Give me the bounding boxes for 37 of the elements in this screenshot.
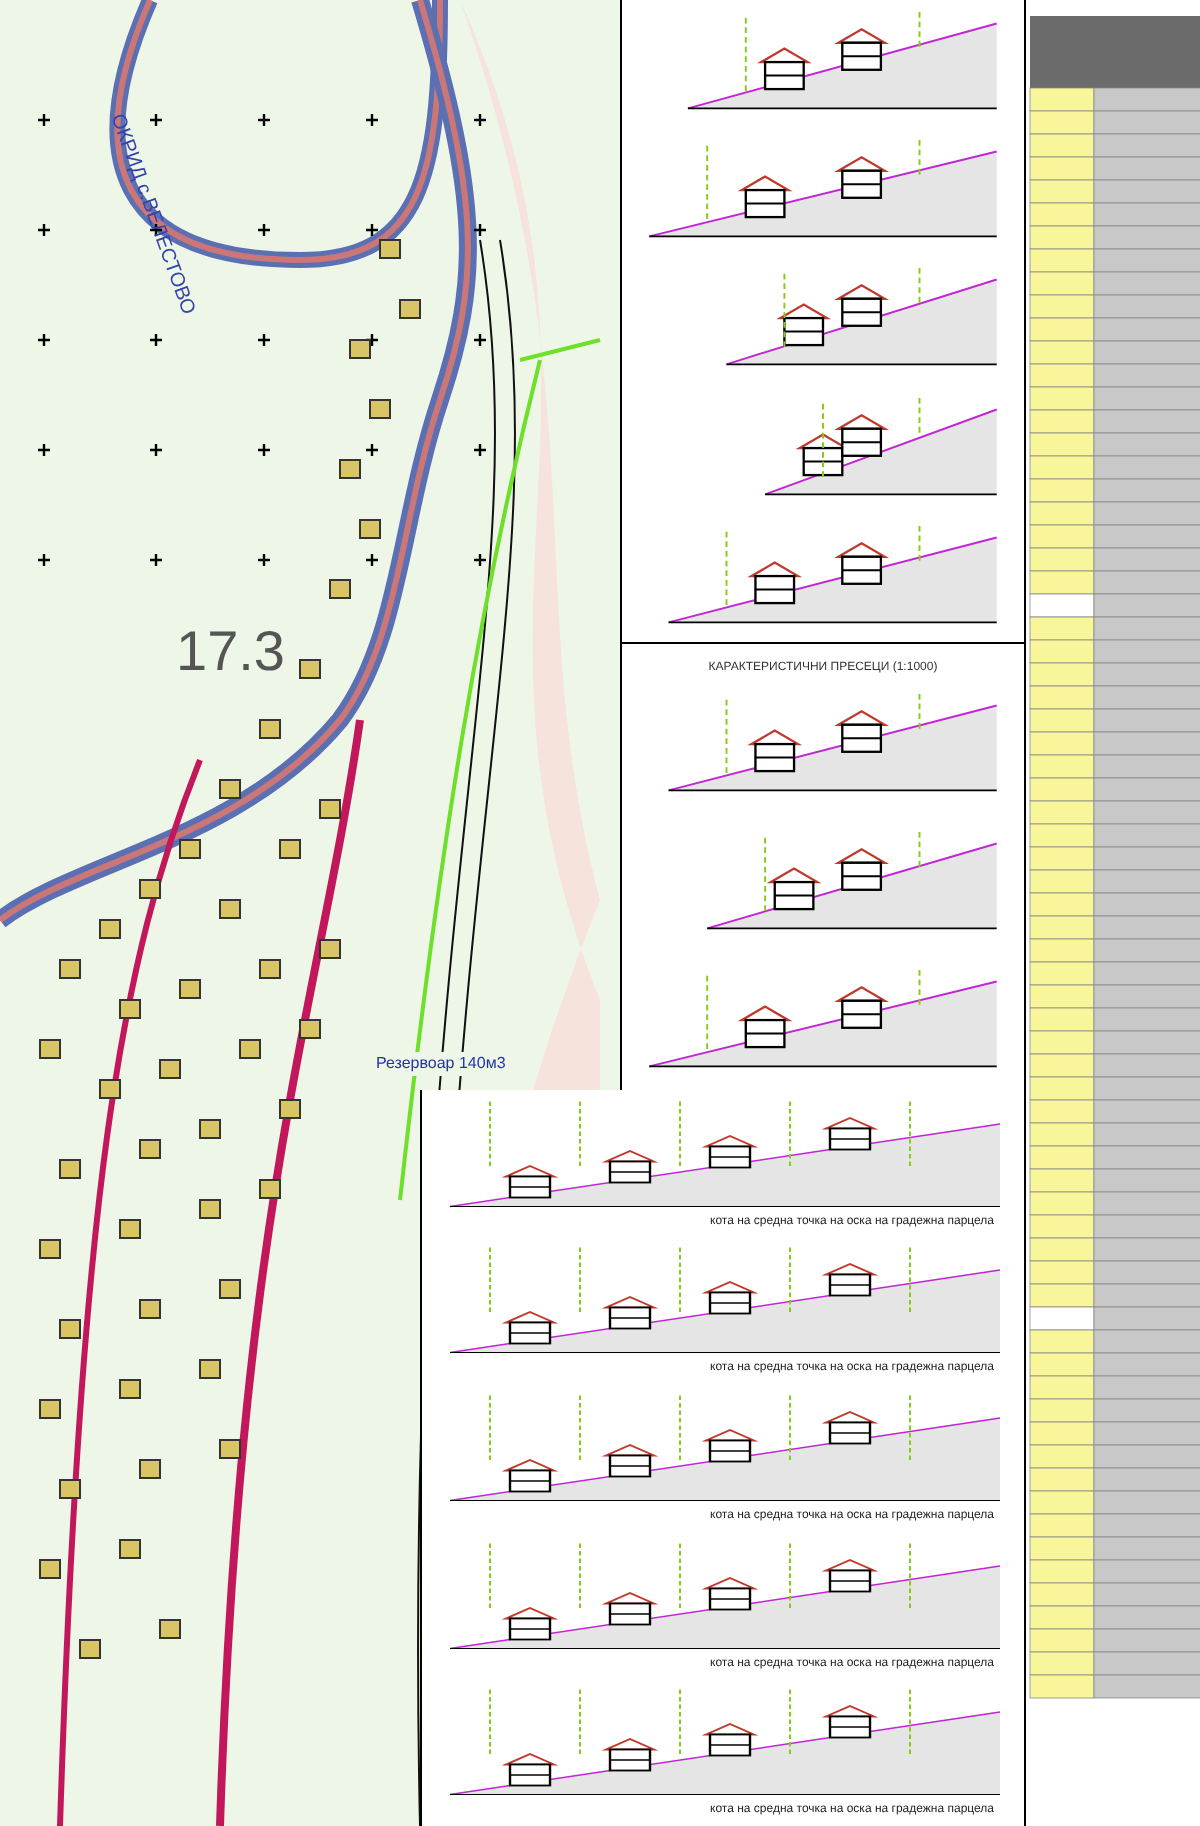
house-section-icon [604,1296,656,1331]
reservoir-label: Резервоар 140м3 [376,1052,506,1076]
house-section-icon [704,1281,756,1316]
house-section-icon [604,1443,656,1478]
house-section-icon [766,867,822,911]
house-section-icon [756,47,812,91]
house-section-icon [834,156,890,200]
house-section-icon [737,1004,793,1048]
house-section-icon [604,1738,656,1772]
house-section-icon [704,1576,756,1610]
house-section-icon [504,1164,556,1199]
house-section-icon [824,1410,876,1445]
house-section-icon [834,710,890,754]
zone-label: 17.3 [176,624,285,680]
house-section-icon [504,1458,556,1493]
house-section-icon [834,413,890,457]
house-section-icon [747,729,803,773]
house-section-icon [504,1753,556,1787]
house-section-icon [504,1311,556,1346]
house-section-icon [834,985,890,1029]
house-section-icon [824,1705,876,1739]
house-section-icon [834,541,890,585]
house-section-icon [824,1558,876,1592]
house-section-icon [604,1591,656,1625]
house-section-icon [776,304,832,348]
house-section-icon [704,1428,756,1463]
house-section-icon [747,560,803,604]
house-section-icon [704,1723,756,1757]
house-section-icon [834,28,890,72]
house-section-icon [834,847,890,891]
house-section-icon [604,1149,656,1184]
house-section-icon [737,175,793,219]
house-section-icon [824,1263,876,1298]
house-section-icon [504,1606,556,1640]
house-section-icon [824,1116,876,1151]
house-section-icon [704,1134,756,1169]
house-section-icon [834,284,890,328]
